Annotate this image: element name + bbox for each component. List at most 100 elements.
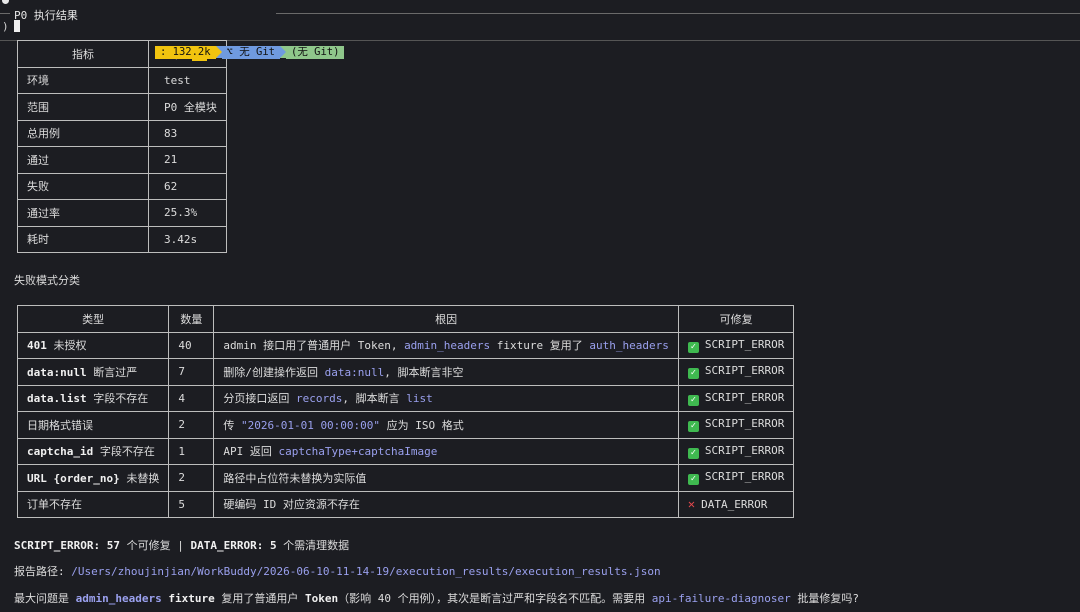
totals-text: 个可修复 |: [119, 539, 191, 552]
git-status-segment: (无 Git): [286, 46, 345, 59]
metric-value: 62: [148, 172, 227, 200]
fix-status: ✓ SCRIPT_ERROR: [677, 411, 795, 439]
failure-type-text: 未替换: [119, 471, 160, 485]
root-cause: 删除/创建操作返回 data:null, 脚本断言非空: [213, 358, 679, 386]
inline-code: data:null: [324, 365, 385, 379]
failure-count: 1: [168, 437, 215, 465]
question-text: 最大问题是: [14, 592, 76, 605]
data-error-total: DATA_ERROR: 5: [190, 539, 277, 552]
table-row: 耗时 3.42s: [17, 225, 227, 253]
cause-text: fixture 复用了: [490, 339, 590, 353]
column-header: 数量: [168, 305, 215, 333]
cause-text: 传: [223, 418, 241, 432]
table-row: 订单不存在 5 硬编码 ID 对应资源不存在 ✕ DATA_ERROR: [16, 490, 795, 518]
text-cursor: [14, 20, 20, 32]
table-row: 401 未授权 40 admin 接口用了普通用户 Token, admin_hea…: [16, 331, 795, 359]
fix-status-label: SCRIPT_ERROR: [704, 390, 785, 404]
failure-count: 2: [168, 411, 215, 439]
question-line: 最大问题是 admin_headers fixture 复用了普通用户 Toke…: [14, 590, 859, 606]
inline-code: admin_headers: [75, 592, 162, 605]
metric-value: 25.3%: [148, 199, 227, 227]
metric-label: 总用例: [17, 119, 149, 147]
metric-label: 耗时: [17, 225, 149, 253]
failure-type-key: 401: [27, 339, 47, 353]
metric-value: P0 全模块: [148, 93, 227, 121]
table-row: 日期格式错误 2 传 "2026-01-01 00:00:00" 应为 ISO 格式…: [16, 411, 795, 439]
section-heading: P0 执行结果: [14, 9, 78, 22]
inline-code: api-failure-diagnoser: [651, 592, 791, 605]
question-text: （影响 40 个用例），其次是断言过严和字段名不匹配。需要用: [338, 592, 652, 605]
failure-type: 订单不存在: [16, 490, 170, 518]
table-header-row: 类型 数量 根因 可修复: [16, 305, 795, 333]
totals-text: 个需清理数据: [276, 539, 350, 552]
failure-type-text: 订单不存在: [27, 498, 82, 512]
prompt-paren: ): [2, 20, 9, 33]
check-icon: ✓: [687, 421, 699, 433]
metric-label: 环境: [17, 66, 149, 94]
metric-label: 失败: [17, 172, 149, 200]
divider: [0, 13, 10, 14]
fix-status-label: SCRIPT_ERROR: [704, 443, 785, 457]
fix-status-label: DATA_ERROR: [701, 498, 768, 512]
failure-type-key: data.list: [27, 392, 87, 406]
fix-status: ✓ SCRIPT_ERROR: [677, 437, 795, 465]
fix-status: ✓ SCRIPT_ERROR: [677, 358, 795, 386]
failure-type: data.list 字段不存在: [16, 384, 170, 412]
cause-text: admin 接口用了普通用户 Token,: [223, 339, 405, 353]
table-row: 通过率 25.3%: [17, 199, 227, 227]
failure-type: data:null 断言过严: [16, 358, 170, 386]
table-row: 通过 21: [17, 146, 227, 174]
inline-code: admin_headers: [404, 339, 491, 353]
inline-code: "2026-01-01 00:00:00": [240, 418, 381, 432]
failure-count: 7: [168, 358, 215, 386]
failure-type-text: 字段不存在: [86, 392, 149, 406]
table-row: 总用例 83: [17, 119, 227, 147]
root-cause: 路径中占位符未替换为实际值: [213, 464, 679, 492]
table-row: 失败 62: [17, 172, 227, 200]
root-cause: 传 "2026-01-01 00:00:00" 应为 ISO 格式: [213, 411, 679, 439]
table-row: 环境 test: [17, 66, 227, 94]
inline-code: list: [406, 392, 433, 406]
shell-status-line: : 132.2k ⌥ 无 Git (无 Git): [155, 46, 345, 59]
failure-count: 5: [168, 490, 215, 518]
cause-text: 删除/创建操作返回: [223, 365, 325, 379]
cross-icon: ✕: [687, 497, 696, 512]
metric-value: test: [148, 66, 227, 94]
inline-code: records: [295, 392, 343, 406]
root-cause: 硬编码 ID 对应资源不存在: [213, 490, 679, 518]
metric-label: 范围: [17, 93, 149, 121]
failure-table: 类型 数量 根因 可修复 401 未授权 40 admin 接口用了普通用户 Tok…: [16, 305, 795, 518]
fix-status-label: SCRIPT_ERROR: [704, 470, 785, 484]
script-error-total: SCRIPT_ERROR: 57: [14, 539, 120, 552]
fix-status-label: SCRIPT_ERROR: [704, 337, 785, 351]
metric-label: 通过率: [17, 199, 149, 227]
table-row: data:null 断言过严 7 删除/创建操作返回 data:null, 脚本断言…: [16, 358, 795, 386]
root-cause: API 返回 captchaType+captchaImage: [213, 437, 679, 465]
failure-type-key: data:null: [27, 365, 87, 379]
cause-text: API 返回: [223, 445, 279, 459]
fix-status-label: SCRIPT_ERROR: [704, 364, 785, 378]
token-count-segment: : 132.2k: [155, 46, 216, 59]
failure-type: 日期格式错误: [16, 411, 170, 439]
failure-type: captcha_id 字段不存在: [16, 437, 170, 465]
root-cause: 分页接口返回 records, 脚本断言 list: [213, 384, 679, 412]
failure-type-key: URL {order_no}: [27, 471, 120, 485]
question-text: 批量修复吗?: [790, 592, 860, 605]
fix-status: ✓ SCRIPT_ERROR: [677, 464, 795, 492]
failure-type-text: 断言过严: [86, 365, 138, 379]
metric-value: 21: [148, 146, 227, 174]
report-path-label: 报告路径:: [14, 565, 72, 578]
fix-status: ✕ DATA_ERROR: [677, 490, 795, 518]
table-row: URL {order_no} 未替换 2 路径中占位符未替换为实际值 ✓ SCRIPT_…: [16, 464, 795, 492]
fix-status: ✓ SCRIPT_ERROR: [677, 384, 795, 412]
cause-text: , 脚本断言非空: [384, 365, 464, 379]
metric-label: 通过: [17, 146, 149, 174]
report-path-link[interactable]: /Users/zhoujinjian/WorkBuddy/2026-06-10-…: [71, 565, 660, 578]
cause-text: 路径中占位符未替换为实际值: [223, 471, 367, 485]
summary-table: 指标 值 上 环境test范围P0 全模块总用例83通过21失败62通过率25.…: [17, 40, 227, 253]
metric-value: 83: [148, 119, 227, 147]
check-icon: ✓: [687, 368, 699, 380]
report-path-line: 报告路径: /Users/zhoujinjian/WorkBuddy/2026-…: [14, 563, 661, 579]
column-header: 根因: [213, 305, 679, 333]
fix-status-label: SCRIPT_ERROR: [704, 417, 785, 431]
